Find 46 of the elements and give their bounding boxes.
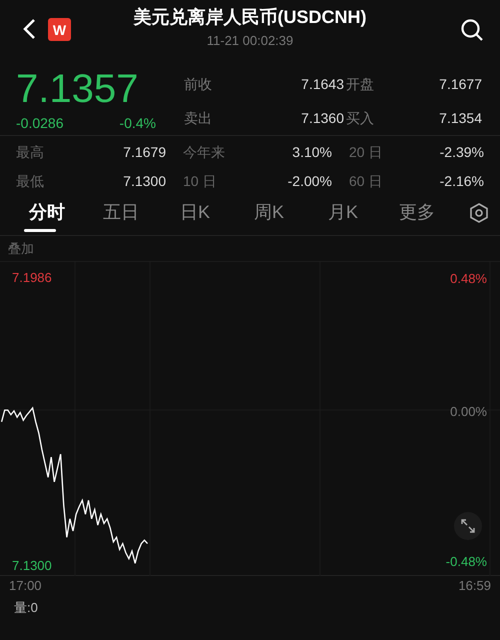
page-title: 美元兑离岸人民币(USDCNH) [134, 6, 366, 29]
stat-label: 开盘 [346, 75, 375, 94]
stat-value: 3.10% [291, 143, 332, 162]
stat-label: 最高 [16, 143, 45, 162]
stat-value: -2.00% [286, 172, 332, 191]
stat-label: 20 日 [348, 143, 384, 162]
stat-value: 7.1354 [438, 109, 483, 128]
stat-label: 最低 [16, 172, 45, 191]
stat-value: 7.1679 [122, 143, 166, 162]
stat-value: -2.39% [438, 143, 484, 162]
axis-label: 7.1300 [12, 557, 52, 575]
chart-tab[interactable]: 月K [306, 190, 380, 236]
chart-tab[interactable]: 更多 [380, 190, 454, 236]
chart-tab[interactable]: 五日 [84, 190, 158, 236]
stat-value: 7.1300 [122, 172, 166, 191]
settings-icon[interactable] [470, 202, 488, 222]
chart-tab[interactable]: 周K [232, 190, 306, 236]
start-time: 17:00 [9, 577, 42, 594]
expand-button[interactable] [454, 512, 482, 540]
stat-label: 60 日 [348, 172, 384, 191]
stat-label: 买入 [346, 109, 375, 128]
stat-label: 前收 [184, 75, 213, 94]
chart-tab[interactable]: 日K [158, 190, 232, 236]
axis-label: 0.48% [450, 270, 487, 288]
chart-tab[interactable]: 分时 [10, 190, 84, 236]
search-icon[interactable] [460, 18, 484, 42]
price-change: -0.0286 [16, 114, 64, 133]
end-time: 16:59 [458, 577, 491, 594]
axis-label: 0.00% [450, 403, 487, 421]
current-price: 7.1357 [16, 68, 140, 110]
axis-label: -0.48% [446, 552, 487, 570]
stat-label: 今年来 [182, 143, 226, 162]
stat-label: 卖出 [184, 109, 213, 128]
update-time: 11-21 00:02:39 [206, 32, 294, 50]
overlay-label: 叠加 [8, 240, 34, 258]
axis-label: 7.1986 [12, 269, 52, 287]
expand-icon [460, 518, 476, 534]
price-change-percent: -0.4% [119, 114, 156, 133]
volume-label: 量:0 [14, 600, 38, 615]
stat-value: 7.1643 [300, 75, 345, 94]
stat-value: 7.1360 [300, 109, 345, 128]
stat-label: 10 日 [182, 172, 218, 191]
app-logo: W [48, 18, 71, 41]
stat-value: -2.16% [438, 172, 484, 191]
back-icon[interactable] [22, 18, 36, 40]
stat-value: 7.1677 [438, 75, 483, 94]
